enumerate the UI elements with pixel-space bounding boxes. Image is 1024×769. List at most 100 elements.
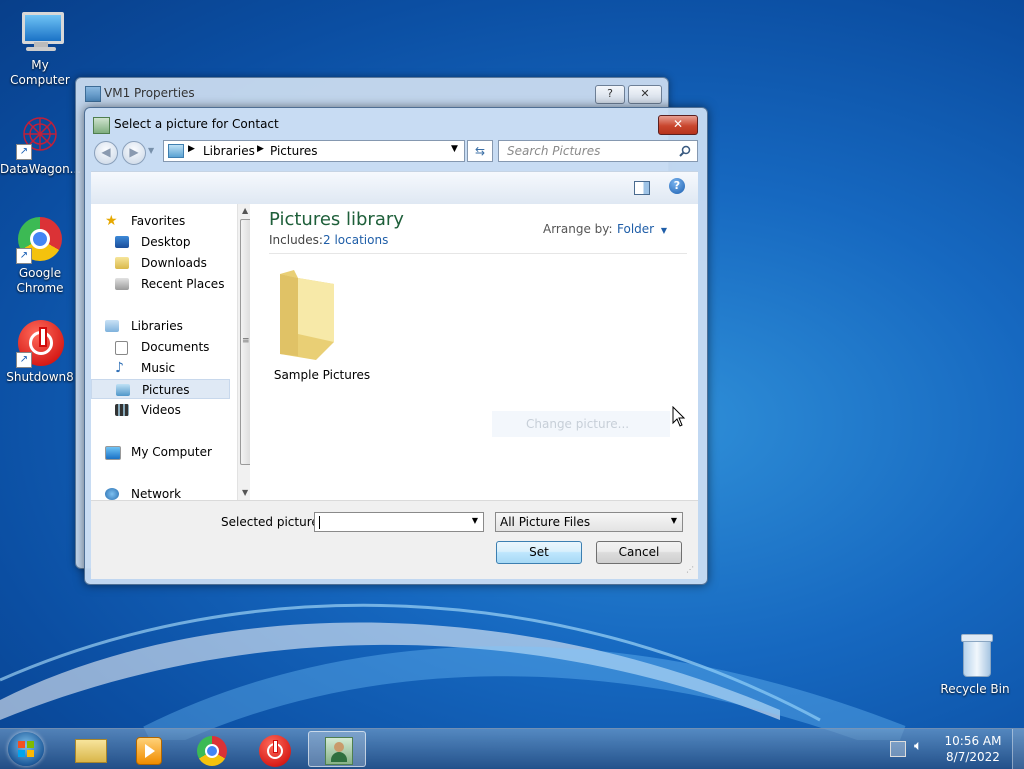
recent-pages-chevron-icon[interactable]: ▼ [148, 146, 154, 155]
breadcrumb-separator-icon: ▶ [188, 144, 195, 154]
nav-item-music[interactable]: ♪ Music [91, 358, 231, 378]
command-bar: ? [91, 171, 698, 205]
videos-icon [115, 404, 129, 416]
chrome-icon [197, 736, 227, 766]
refresh-button[interactable]: ⇆ [467, 140, 493, 162]
search-icon [679, 145, 691, 157]
power-icon: ↗ [16, 320, 64, 368]
refresh-icon: ⇆ [474, 144, 486, 158]
recent-places-icon [115, 278, 129, 290]
locations-link[interactable]: 2 locations [323, 233, 388, 247]
address-dropdown-icon[interactable]: ▼ [451, 144, 458, 154]
nav-item-videos[interactable]: Videos [91, 400, 231, 420]
arrange-by-dropdown[interactable]: Folder ▼ [617, 222, 667, 236]
nav-libraries[interactable]: Libraries [91, 316, 231, 336]
chevron-down-icon: ▼ [660, 226, 668, 235]
nav-favorites[interactable]: ★ Favorites [91, 211, 231, 231]
resize-grip-icon[interactable]: ⋰ [686, 565, 694, 574]
back-arrow-icon: ◀ [101, 145, 111, 159]
desktop-icon-label: Recycle Bin [940, 682, 1010, 696]
breadcrumb-pictures[interactable]: Pictures [270, 144, 318, 158]
preview-pane-icon[interactable] [634, 181, 650, 195]
contact-icon [93, 117, 110, 134]
taskbar-explorer[interactable] [62, 731, 120, 767]
desktop-icon-recycle-bin[interactable]: Recycle Bin [935, 632, 1015, 697]
arrange-by-value: Folder [617, 222, 655, 236]
start-orb-icon[interactable] [8, 732, 44, 766]
selected-picture-label: Selected picture: [221, 515, 323, 529]
documents-icon [115, 341, 128, 355]
desktop-icon-my-computer[interactable]: My Computer [0, 8, 80, 88]
help-button[interactable]: ? [595, 85, 625, 104]
volume-icon[interactable]: 🔈︎ [914, 738, 922, 754]
set-button[interactable]: Set [496, 541, 582, 564]
desktop-icon-label: My Computer [10, 58, 70, 87]
arrange-by-label: Arrange by: [543, 222, 613, 236]
tooltip: Change picture... [492, 411, 670, 437]
taskbar-media-player[interactable] [120, 731, 178, 767]
divider [269, 253, 687, 254]
computer-icon [105, 446, 121, 460]
select-picture-dialog[interactable]: Select a picture for Contact ✕ ◀ ▶ ▼ ▶ L… [84, 107, 708, 585]
address-bar[interactable]: ▶ Libraries ▶ Pictures ▼ [163, 140, 465, 162]
filter-value: All Picture Files [500, 515, 591, 529]
navigation-pane: ★ Favorites Desktop Downloads Recent Pla… [91, 204, 255, 501]
includes-label: Includes: [269, 233, 323, 247]
forward-button[interactable]: ▶ [122, 141, 146, 165]
selected-picture-input[interactable]: ▼ [314, 512, 484, 532]
desktop-icon-shutdown8[interactable]: ↗ Shutdown8 [0, 320, 80, 385]
shortcut-arrow-icon: ↗ [16, 352, 32, 368]
cancel-button[interactable]: Cancel [596, 541, 682, 564]
text-caret [319, 516, 320, 529]
breadcrumb-libraries[interactable]: Libraries [203, 144, 255, 158]
show-desktop-button[interactable] [1012, 729, 1024, 769]
help-icon[interactable]: ? [669, 178, 685, 194]
desktop-icon-label: Google Chrome [16, 266, 64, 295]
desktop-icon-google-chrome[interactable]: ↗ Google Chrome [0, 216, 80, 296]
library-title: Pictures library [269, 209, 404, 230]
nav-item-pictures[interactable]: Pictures [91, 379, 230, 399]
dialog-title: Select a picture for Contact [114, 117, 279, 131]
nav-my-computer[interactable]: My Computer [91, 442, 231, 462]
taskbar-shutdown[interactable] [246, 731, 304, 767]
nav-item-downloads[interactable]: Downloads [91, 253, 231, 273]
grip-icon: ≡ [242, 336, 250, 346]
desktop-icon-label: DataWagon... [0, 162, 82, 176]
folder-item-sample-pictures[interactable]: Sample Pictures [272, 262, 372, 382]
network-icon [105, 488, 119, 500]
search-input[interactable]: Search Pictures [498, 140, 698, 162]
datawagon-icon: ↗ [16, 112, 64, 160]
nav-item-desktop[interactable]: Desktop [91, 232, 231, 252]
wallpaper-swoosh [0, 603, 906, 740]
shortcut-arrow-icon: ↗ [16, 248, 32, 264]
mouse-cursor-icon [672, 406, 686, 427]
clock[interactable]: 10:56 AM 8/7/2022 [940, 733, 1006, 765]
taskbar: 🔈︎ 10:56 AM 8/7/2022 [0, 728, 1024, 769]
computer-icon [16, 8, 64, 56]
scroll-up-icon[interactable]: ▲ [242, 206, 248, 215]
desktop-icon-datawagon[interactable]: ↗ DataWagon... [0, 112, 82, 177]
downloads-folder-icon [115, 257, 129, 269]
network-tray-icon[interactable] [890, 741, 906, 757]
clock-time: 10:56 AM [944, 734, 1002, 748]
close-button[interactable]: ✕ [628, 85, 662, 104]
back-button[interactable]: ◀ [94, 141, 118, 165]
shortcut-arrow-icon: ↗ [16, 144, 32, 160]
search-placeholder: Search Pictures [507, 144, 601, 158]
chrome-icon: ↗ [16, 216, 64, 264]
chevron-down-icon[interactable]: ▼ [472, 516, 478, 525]
dialog-footer: Selected picture: ▼ All Picture Files ▼ … [91, 500, 698, 579]
taskbar-chrome[interactable] [183, 731, 241, 767]
file-type-filter[interactable]: All Picture Files ▼ [495, 512, 683, 532]
nav-item-recent-places[interactable]: Recent Places [91, 274, 231, 294]
nav-item-documents[interactable]: Documents [91, 337, 231, 357]
recycle-bin-icon [951, 632, 999, 680]
clock-date: 8/7/2022 [946, 750, 1000, 764]
window-title: VM1 Properties [104, 86, 195, 100]
folder-icon [280, 270, 334, 360]
close-button[interactable]: ✕ [658, 115, 698, 135]
scroll-down-icon[interactable]: ▼ [242, 488, 248, 497]
taskbar-contact-active[interactable] [308, 731, 366, 767]
desktop-icon-label: Shutdown8 [6, 370, 74, 384]
libraries-icon [105, 320, 119, 332]
